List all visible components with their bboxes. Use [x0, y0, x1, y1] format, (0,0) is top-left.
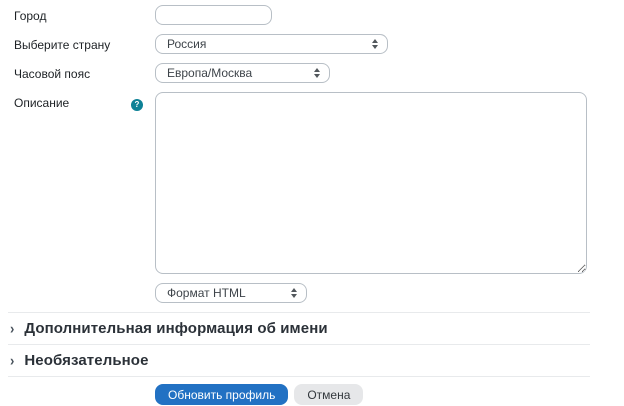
country-label: Выберите страну [14, 34, 155, 52]
city-label: Город [14, 5, 155, 23]
description-textarea[interactable] [155, 92, 587, 274]
country-row: Выберите страну Россия [14, 34, 624, 54]
cancel-button[interactable]: Отмена [294, 384, 363, 405]
description-label-text: Описание [14, 96, 69, 110]
section-additional-names[interactable]: › Дополнительная информация об имени [8, 312, 590, 344]
timezone-row: Часовой пояс Европа/Москва [14, 63, 624, 83]
timezone-label-text: Часовой пояс [14, 67, 90, 81]
city-label-text: Город [14, 9, 46, 23]
description-row: Описание ? Формат HTML [14, 92, 624, 303]
format-select[interactable]: Формат HTML [155, 283, 307, 303]
description-editor: Формат HTML [155, 92, 587, 303]
chevron-right-icon: › [10, 320, 14, 337]
profile-edit-form: Город Выберите страну Россия Часовой поя… [0, 0, 624, 406]
section-title: Необязательное [24, 352, 148, 369]
country-label-text: Выберите страну [14, 38, 110, 52]
chevron-right-icon: › [10, 352, 14, 369]
city-input[interactable] [155, 5, 272, 25]
update-profile-button[interactable]: Обновить профиль [155, 384, 288, 405]
collapsible-sections: › Дополнительная информация об имени › Н… [8, 312, 590, 377]
timezone-label: Часовой пояс [14, 63, 155, 81]
timezone-select[interactable]: Европа/Москва [155, 63, 330, 83]
country-select[interactable]: Россия [155, 34, 388, 54]
help-icon[interactable]: ? [131, 99, 143, 111]
form-actions: Обновить профиль Отмена [155, 384, 624, 405]
format-row: Формат HTML [155, 283, 587, 303]
city-row: Город [14, 5, 624, 25]
section-optional[interactable]: › Необязательное [8, 344, 590, 376]
sections-divider [8, 376, 590, 377]
section-title: Дополнительная информация об имени [24, 320, 327, 337]
description-label: Описание ? [14, 92, 155, 111]
